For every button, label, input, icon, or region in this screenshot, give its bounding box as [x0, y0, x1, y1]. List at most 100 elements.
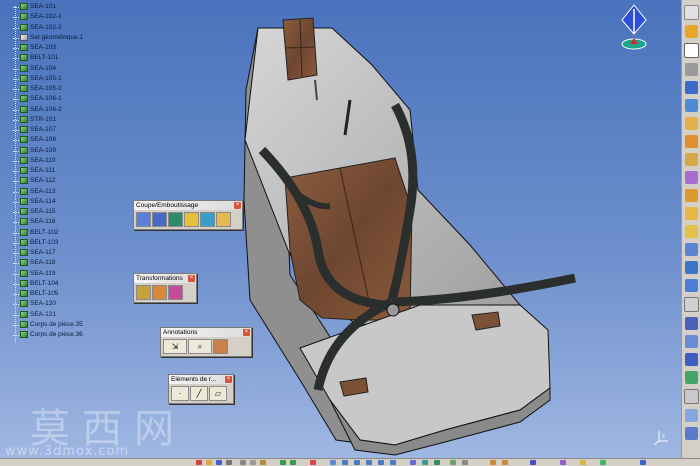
zoom-out-icon[interactable]	[390, 460, 396, 465]
geometrical-set-icon[interactable]	[20, 33, 28, 41]
tree-node-label[interactable]: SEA-104	[30, 65, 56, 72]
copy-icon[interactable]	[250, 460, 256, 465]
part-body-icon[interactable]	[20, 23, 28, 31]
material-icon[interactable]	[600, 460, 606, 465]
part-body-icon[interactable]	[20, 331, 28, 338]
tree-node[interactable]: Corps de pièce.35	[2, 320, 122, 330]
tree-node-label[interactable]: SEA-107	[30, 126, 56, 133]
tree-node-label[interactable]: SEA-105-2	[30, 85, 62, 92]
part-body-icon[interactable]	[20, 44, 28, 51]
tree-node[interactable]: SEA-107	[2, 125, 122, 135]
part-body-icon[interactable]	[20, 249, 28, 256]
close-icon[interactable]: ×	[234, 202, 241, 209]
rotate-icon[interactable]	[366, 460, 372, 465]
tree-node[interactable]: SEA-118	[2, 258, 122, 268]
tree-node[interactable]: BELT-104	[2, 279, 122, 289]
annotations-toolbar[interactable]: Annotations × ⇲ ⌕	[160, 327, 252, 357]
tree-node[interactable]: BELT-105	[2, 289, 122, 299]
coupe-emboutissage-toolbar[interactable]: Coupe/Emboutissage ×	[133, 200, 243, 230]
tree-node[interactable]: SEA-102-2	[2, 23, 122, 33]
part-body-icon[interactable]	[20, 105, 28, 113]
part-body-icon[interactable]	[20, 3, 28, 10]
part-body-icon[interactable]	[20, 218, 28, 226]
right-command-toolbar[interactable]	[681, 0, 700, 458]
tree-node[interactable]: BELT-101	[2, 53, 122, 63]
tree-node-label[interactable]: SEA-114	[30, 198, 56, 205]
toolbar-title[interactable]: Transformations ×	[134, 274, 196, 283]
boolean-icon[interactable]	[685, 279, 698, 292]
save-icon[interactable]	[216, 460, 222, 465]
groove-icon[interactable]	[685, 135, 698, 148]
split-icon[interactable]	[136, 212, 151, 227]
tree-node-label[interactable]: BELT-103	[30, 239, 58, 246]
render-icon[interactable]	[580, 460, 586, 465]
part-body-icon[interactable]	[20, 167, 28, 174]
fly-mode-icon[interactable]	[330, 460, 336, 465]
tree-node[interactable]: Set géométrique.1	[2, 33, 122, 43]
tree-node-label[interactable]: SEA-116	[30, 218, 56, 225]
part-body-icon[interactable]	[20, 177, 28, 185]
tree-node[interactable]: SEA-104	[2, 64, 122, 74]
tree-node[interactable]: BELT-102	[2, 228, 122, 238]
hide-show-icon[interactable]	[685, 371, 698, 384]
tree-node-label[interactable]: SEA-109	[30, 147, 56, 154]
tree-node-label[interactable]: SEA-106-2	[30, 106, 62, 113]
tree-node[interactable]: SEA-106-1	[2, 94, 122, 104]
normal-view-icon[interactable]	[685, 427, 698, 440]
fillet-icon[interactable]	[685, 189, 698, 202]
part-body-icon[interactable]	[20, 259, 28, 267]
tree-node[interactable]: SEA-114	[2, 197, 122, 207]
chamfer-icon[interactable]	[685, 207, 698, 220]
render-icon[interactable]	[685, 353, 698, 366]
tree-node-label[interactable]: Corps de pièce.36	[30, 331, 83, 338]
part-body-icon[interactable]	[20, 146, 28, 154]
tree-node-label[interactable]: BELT-105	[30, 290, 58, 297]
iso-view-icon[interactable]	[422, 460, 428, 465]
tree-node[interactable]: SEA-121	[2, 310, 122, 320]
part-body-icon[interactable]	[20, 290, 28, 297]
sketcher-icon[interactable]	[684, 43, 699, 58]
rib-icon[interactable]	[685, 171, 698, 184]
tree-node[interactable]: Corps de pièce.36	[2, 330, 122, 340]
part-body-icon[interactable]	[20, 54, 28, 62]
tree-node[interactable]: SEA-108	[2, 135, 122, 145]
thickness-icon[interactable]	[216, 212, 231, 227]
tree-node-label[interactable]: SEA-106-1	[30, 95, 62, 102]
pattern-icon[interactable]	[152, 285, 167, 300]
tree-node[interactable]: SEA-116	[2, 217, 122, 227]
part-body-icon[interactable]	[20, 126, 28, 133]
part-body-icon[interactable]	[20, 64, 28, 72]
close-icon[interactable]: ×	[225, 376, 232, 383]
part-body-icon[interactable]	[20, 197, 28, 205]
tree-node-label[interactable]: SEA-113	[30, 188, 56, 195]
macro-icon[interactable]	[560, 460, 566, 465]
shell-icon[interactable]	[685, 243, 698, 256]
tree-node[interactable]: SEA-102-1	[2, 12, 122, 22]
measure-item-icon[interactable]	[502, 460, 508, 465]
tree-node[interactable]: SEA-111	[2, 166, 122, 176]
pocket-icon[interactable]	[685, 99, 698, 112]
print-icon[interactable]	[226, 460, 232, 465]
3d-viewport[interactable]: SEA-101 SEA-102-1 SEA-102-2 Set géométrique…	[0, 0, 681, 458]
fit-all-icon[interactable]	[342, 460, 348, 465]
flag-note-icon[interactable]: ⌕	[188, 339, 212, 354]
assemble-icon[interactable]	[684, 297, 699, 312]
text-with-leader-icon[interactable]: ⇲	[163, 339, 187, 354]
part-body-icon[interactable]	[20, 269, 28, 277]
tree-node-label[interactable]: SEA-101	[30, 3, 56, 10]
swap-space-icon[interactable]	[684, 389, 699, 404]
scale-icon[interactable]	[168, 285, 183, 300]
tree-node-label[interactable]: Set géométrique.1	[30, 34, 83, 41]
tree-node-label[interactable]: SEA-110	[30, 157, 56, 164]
tree-node-label[interactable]: SEA-102-1	[30, 13, 62, 20]
tree-node-label[interactable]: SEA-103	[30, 44, 56, 51]
tree-node-label[interactable]: SEA-118	[30, 259, 56, 266]
pad-icon[interactable]	[685, 81, 698, 94]
translate-icon[interactable]	[136, 285, 151, 300]
specification-tree[interactable]: SEA-101 SEA-102-1 SEA-102-2 Set géométrique…	[2, 2, 122, 342]
trim-icon[interactable]	[152, 212, 167, 227]
part-body-icon[interactable]	[20, 85, 28, 92]
tree-node-label[interactable]: Corps de pièce.35	[30, 321, 83, 328]
shaft-icon[interactable]	[685, 117, 698, 130]
tree-node[interactable]: SEA-115	[2, 207, 122, 217]
